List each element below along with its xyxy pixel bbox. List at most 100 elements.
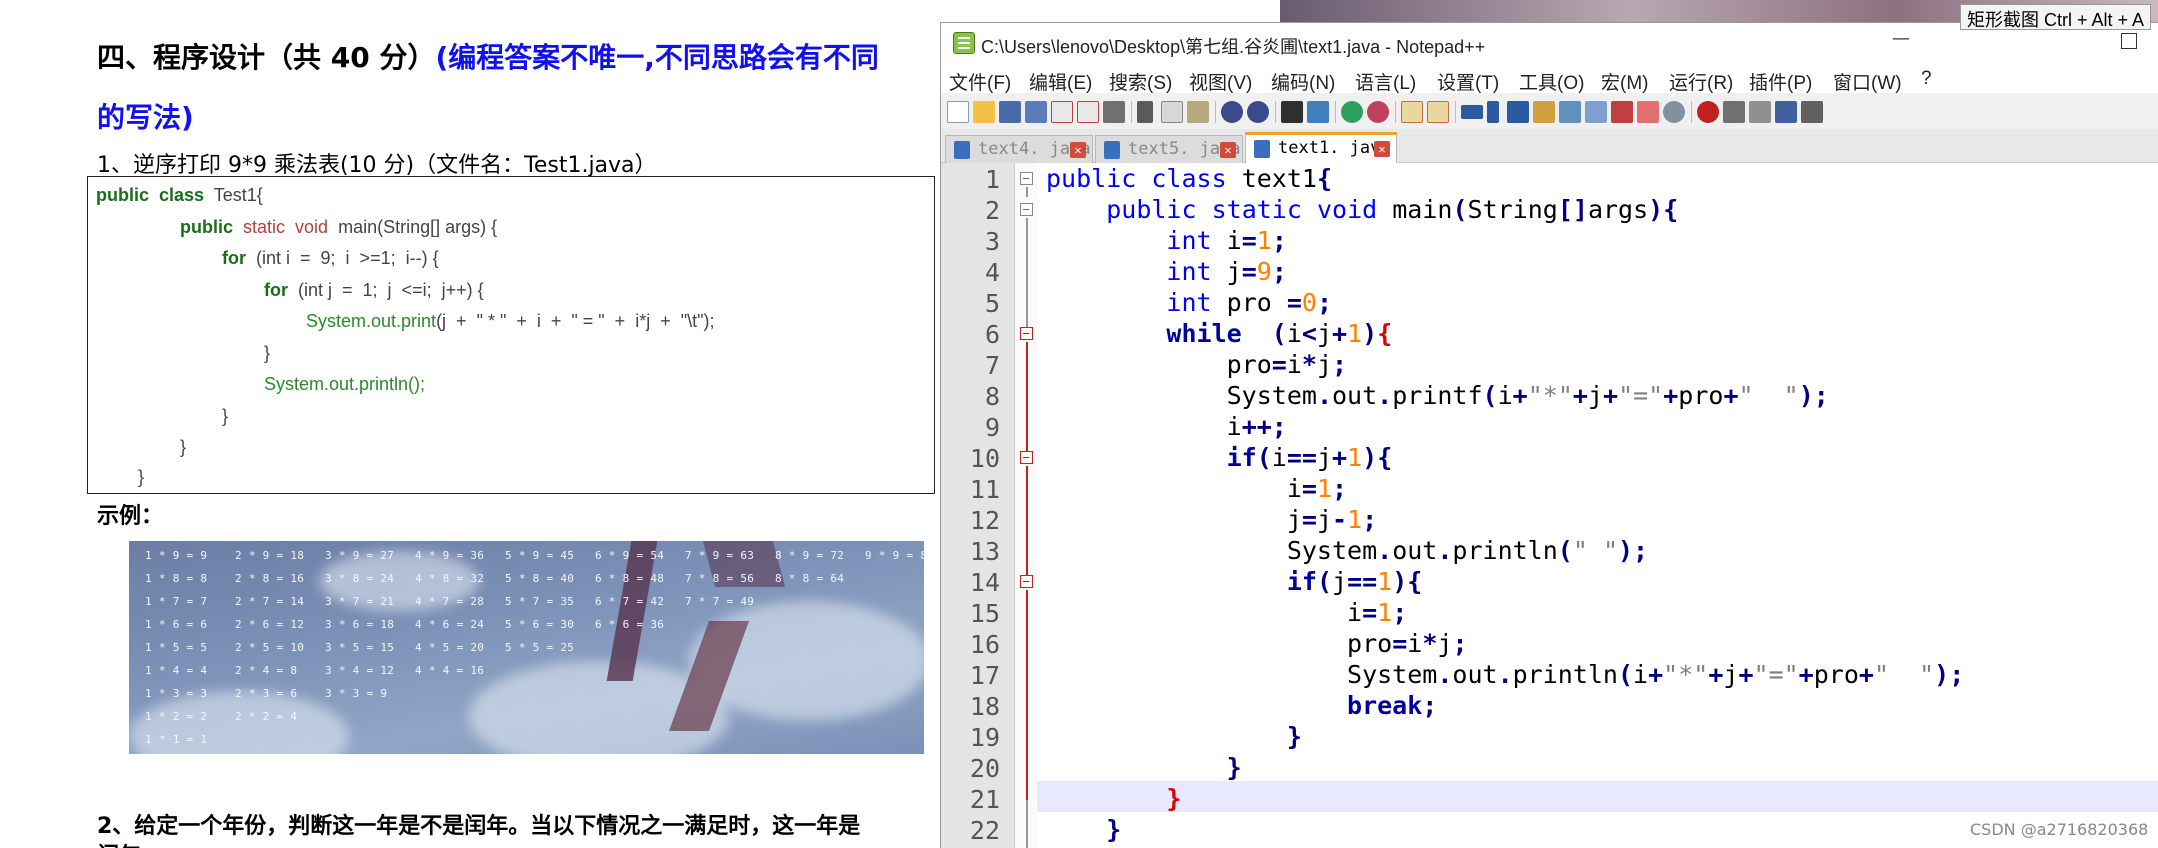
code-line: if(i==j+1){ — [1226, 443, 1393, 472]
code-line: i=1; — [1347, 598, 1408, 627]
close-icon[interactable] — [1051, 101, 1073, 123]
section-heading: 四、程序设计（共 40 分）(编程答案不唯一,不同思路会有不同 — [97, 36, 879, 76]
example-row: 1 * 1 = 1 — [145, 733, 208, 746]
line-number: 2 — [984, 196, 1000, 225]
menu-bar: 文件(F) 编辑(E) 搜索(S) 视图(V) 编码(N) 语言(L) 设置(T… — [941, 63, 2158, 95]
print-icon[interactable] — [1103, 101, 1125, 123]
menu-encoding[interactable]: 编码(N) — [1271, 68, 1335, 95]
code-line: pro=i*j; — [1226, 350, 1348, 379]
record-macro-icon[interactable] — [1697, 101, 1719, 123]
tab-text1[interactable]: text1. java ✕ — [1245, 132, 1397, 163]
open-file-icon[interactable] — [973, 101, 995, 123]
tab-text5[interactable]: text5. java ✕ — [1095, 135, 1243, 163]
line-number: 9 — [984, 413, 1000, 442]
menu-tools[interactable]: 工具(O) — [1519, 68, 1584, 95]
minimize-button[interactable]: — — [1881, 29, 1921, 55]
menu-settings[interactable]: 设置(T) — [1437, 68, 1499, 95]
tab-close-icon[interactable]: ✕ — [1220, 142, 1236, 158]
exam-document: 四、程序设计（共 40 分）(编程答案不唯一,不同思路会有不同 的写法) 1、逆… — [0, 0, 940, 848]
menu-edit[interactable]: 编辑(E) — [1029, 68, 1092, 95]
cut-icon[interactable] — [1137, 101, 1153, 123]
menu-help[interactable]: ? — [1921, 68, 1932, 90]
show-all-chars-icon[interactable] — [1487, 101, 1499, 123]
notepadpp-window[interactable]: C:\Users\lenovo\Desktop\第七组.谷炎圃\text1.ja… — [940, 22, 2158, 848]
stop-macro-icon[interactable] — [1723, 101, 1745, 123]
indent-guide-icon[interactable] — [1507, 101, 1529, 123]
file-saved-icon — [954, 141, 970, 159]
function-list-icon[interactable] — [1611, 101, 1633, 123]
word-wrap-icon[interactable] — [1461, 105, 1483, 119]
csdn-watermark: CSDN @a2716820368 — [1970, 820, 2149, 839]
screen: 四、程序设计（共 40 分）(编程答案不唯一,不同思路会有不同 的写法) 1、逆… — [0, 0, 2158, 848]
doc-map-icon[interactable] — [1559, 101, 1581, 123]
answer-code-line: public class Test1{ — [96, 185, 263, 205]
menu-language[interactable]: 语言(L) — [1355, 68, 1416, 95]
example-row: 1 * 9 = 9 2 * 9 = 18 3 * 9 = 27 4 * 9 = … — [145, 549, 924, 562]
code-line: } — [1226, 753, 1242, 782]
zoom-in-icon[interactable] — [1341, 101, 1363, 123]
menu-search[interactable]: 搜索(S) — [1109, 68, 1172, 95]
udl-icon[interactable] — [1533, 101, 1555, 123]
sync-vertical-icon[interactable] — [1401, 101, 1423, 123]
code-line: } — [1166, 784, 1182, 813]
fold-minus-icon[interactable] — [1020, 327, 1033, 340]
fold-minus-icon[interactable] — [1020, 203, 1033, 216]
line-number: 4 — [984, 258, 1000, 287]
answer-code-line: System.out.println(); — [264, 374, 426, 394]
code-line: System.out.println(" "); — [1286, 536, 1649, 565]
tab-close-icon[interactable]: ✕ — [1374, 141, 1390, 157]
line-number: 8 — [984, 382, 1000, 411]
menu-window[interactable]: 窗口(W) — [1833, 68, 1902, 95]
run-macro-multiple-icon[interactable] — [1775, 101, 1797, 123]
code-editor[interactable]: 1 2 3 4 5 6 7 8 9 10 11 12 13 14 15 16 1… — [941, 163, 2158, 848]
line-number-gutter: 1 2 3 4 5 6 7 8 9 10 11 12 13 14 15 16 1… — [941, 163, 1015, 848]
replace-icon[interactable] — [1307, 101, 1329, 123]
line-number: 7 — [984, 351, 1000, 380]
menu-file[interactable]: 文件(F) — [949, 68, 1011, 95]
question-1-title: 1、逆序打印 9*9 乘法表(10 分)（文件名：Test1.java） — [97, 153, 657, 178]
example-row: 1 * 5 = 5 2 * 5 = 10 3 * 5 = 15 4 * 5 = … — [145, 641, 575, 654]
answer-code-line: } — [180, 437, 187, 457]
fold-minus-icon[interactable] — [1020, 575, 1033, 588]
redo-icon[interactable] — [1247, 101, 1269, 123]
folder-workspace-icon[interactable] — [1637, 101, 1659, 123]
menu-view[interactable]: 视图(V) — [1189, 68, 1252, 95]
monitoring-icon[interactable] — [1663, 101, 1685, 123]
answer-code-line: } — [222, 406, 229, 426]
menu-plugins[interactable]: 插件(P) — [1749, 68, 1812, 95]
fold-minus-icon[interactable] — [1020, 172, 1033, 185]
answer-code-line: System.out.print(j + " * " + i + " = " +… — [306, 311, 715, 331]
close-all-icon[interactable] — [1077, 101, 1099, 123]
code-line: while (i<j+1){ — [1166, 319, 1393, 348]
line-number: 16 — [969, 630, 1000, 659]
save-macro-icon[interactable] — [1801, 101, 1823, 123]
tab-close-icon[interactable]: ✕ — [1070, 142, 1086, 158]
doc-list-icon[interactable] — [1585, 101, 1607, 123]
code-line: System.out.println(i+"*"+j+"="+pro+" "); — [1347, 660, 1965, 689]
line-number: 11 — [969, 475, 1000, 504]
fold-minus-icon[interactable] — [1020, 451, 1033, 464]
zoom-out-icon[interactable] — [1367, 101, 1389, 123]
tab-text4[interactable]: text4. java ✕ — [945, 135, 1093, 163]
copy-icon[interactable] — [1161, 101, 1183, 123]
undo-icon[interactable] — [1221, 101, 1243, 123]
new-file-icon[interactable] — [947, 101, 969, 123]
menu-run[interactable]: 运行(R) — [1669, 68, 1733, 95]
code-line: public class text1{ — [1046, 164, 1333, 193]
code-line: i=1; — [1286, 474, 1348, 503]
sync-horizontal-icon[interactable] — [1427, 101, 1449, 123]
code-line: if(j==1){ — [1286, 567, 1423, 596]
maximize-button[interactable] — [2121, 33, 2137, 49]
answer-code-line: } — [138, 467, 145, 487]
save-all-icon[interactable] — [1025, 101, 1047, 123]
code-line: j=j-1; — [1286, 505, 1378, 534]
menu-macro[interactable]: 宏(M) — [1601, 68, 1648, 95]
play-macro-icon[interactable] — [1749, 101, 1771, 123]
paste-icon[interactable] — [1187, 101, 1209, 123]
find-icon[interactable] — [1281, 101, 1303, 123]
example-label: 示例： — [97, 504, 164, 529]
code-line: int j=9; — [1166, 257, 1287, 286]
save-icon[interactable] — [999, 101, 1021, 123]
toolbar — [941, 93, 2158, 129]
code-line: pro=i*j; — [1347, 629, 1468, 658]
